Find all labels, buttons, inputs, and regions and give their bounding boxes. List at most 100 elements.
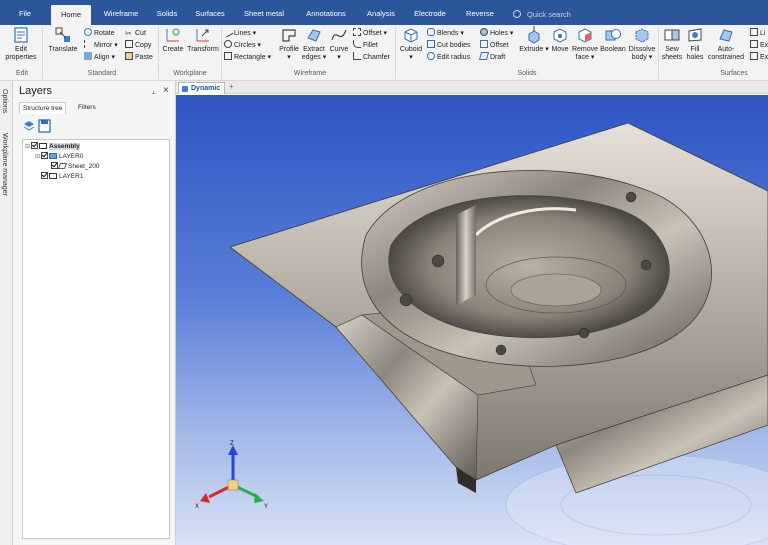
align-button[interactable]: Align ▾ [84,52,115,63]
curve-button[interactable]: Curve ▾ [327,26,351,68]
boolean-button[interactable]: Boolean [599,26,627,68]
mirror-button[interactable]: Mirror ▾ [84,40,118,51]
tree-node-layer0[interactable]: ⊟ LAYER0 [35,152,83,162]
paste-icon [125,52,133,60]
paste-label: Paste [135,54,153,61]
tab-solids[interactable]: Solids [151,0,183,25]
pin-icon[interactable]: ⫠ [151,87,156,97]
offset-solid-button[interactable]: Offset [480,40,509,51]
layers-stack-icon[interactable] [23,121,35,131]
add-tab-button[interactable]: + [229,82,234,91]
create-workplane-button[interactable]: Create [160,26,186,68]
lines-label: Lines [234,30,251,37]
ex-button[interactable]: Ex [750,40,768,51]
curve-label: Curve [329,46,349,53]
extract-edges-button[interactable]: Extract edges ▾ [301,26,327,68]
cut-bodies-button[interactable]: Cut bodies [427,40,470,51]
side-tab-options[interactable]: Options [1,89,8,113]
fill-holes-icon [688,28,702,42]
cuboid-button[interactable]: Cuboid ▾ [398,26,424,68]
3d-viewport[interactable]: Z X Y [176,95,768,545]
blends-label: Blends [437,30,459,37]
offset-label: Offset [363,30,382,37]
extrude-icon [528,26,540,44]
scissors-icon: ✂ [125,29,132,38]
mirror-label: Mirror [94,42,113,49]
dissolve-body-icon [635,28,649,43]
tab-analysis[interactable]: Analysis [362,0,400,25]
group-label-edit: Edit [15,70,29,77]
ex2-button[interactable]: Ex [750,52,768,63]
copy-button[interactable]: Copy [125,40,151,51]
holes-button[interactable]: Holes ▾ [480,28,513,39]
rectangle-icon [224,52,232,60]
transform-workplane-button[interactable]: Transform [186,26,220,68]
model-render: Z X Y [195,122,768,545]
chamfer-button[interactable]: Chamfer [353,52,390,63]
edit-properties-button[interactable]: Edit properties [3,26,39,68]
fillet-button[interactable]: Fillet [353,40,378,51]
tab-sheet-metal[interactable]: Sheet metal [238,0,290,25]
mirror-icon [84,40,92,48]
checkbox-layer0[interactable] [41,152,48,159]
tab-dynamic[interactable]: Dynamic [178,82,226,94]
edit-radius-button[interactable]: Edit radius [427,52,470,63]
translate-button[interactable]: Translate [45,26,81,68]
tab-file[interactable]: File [8,0,42,25]
offset-curve-button[interactable]: Offset ▾ [353,28,387,39]
tab-annotations[interactable]: Annotations [299,0,353,25]
cut-bodies-label: Cut bodies [437,42,471,49]
circle-icon [224,40,232,48]
checkbox-assembly[interactable] [31,142,38,149]
ex-icon [750,40,758,48]
tab-surfaces[interactable]: Surfaces [190,0,230,25]
side-tab-workplane-manager[interactable]: Workplane manager [1,133,8,196]
create-label: Create [162,46,184,53]
profile-button[interactable]: Profile ▾ [277,26,301,68]
tree-label-assembly: Assembly [49,143,80,150]
extrude-button[interactable]: Extrude ▾ [519,26,549,68]
save-icon[interactable] [38,119,51,133]
rectangle-button[interactable]: Rectangle ▾ [224,52,271,63]
rotate-button[interactable]: Rotate [84,28,115,39]
tab-filters[interactable]: Filters [75,102,99,114]
axis-label-x: X [195,504,199,510]
tree-node-sheet[interactable]: Sheet_200 [51,162,99,172]
paste-button[interactable]: Paste [125,52,153,63]
dissolve-body-button[interactable]: Dissolve body ▾ [627,26,657,68]
cuboid-icon [404,28,418,43]
extract-label-2: edges [301,54,321,61]
tab-structure-tree[interactable]: Structure tree [19,102,67,114]
rectangle-label: Rectangle [234,54,266,61]
draft-button[interactable]: Draft [478,52,505,63]
remove-face-button[interactable]: Remove face ▾ [571,26,599,68]
lines-button[interactable]: Lines ▾ [222,26,256,39]
tree-label-sheet: Sheet_200 [68,163,100,170]
tree-node-assembly[interactable]: ⊟ Assembly [25,142,80,152]
li-label: Li [760,30,766,37]
tab-wireframe[interactable]: Wireframe [97,0,145,25]
document-icon [182,86,188,92]
tree-node-layer1[interactable]: LAYER1 [41,172,83,182]
menu-bar: File Home Wireframe Solids Surfaces Shee… [0,0,768,25]
blends-button[interactable]: Blends ▾ [427,28,464,39]
circles-button[interactable]: Circles ▾ [224,40,261,51]
sew-sheets-button[interactable]: Sew sheets [660,26,684,68]
quick-search[interactable]: Quick search [513,8,633,22]
cut-button[interactable]: ✂ Cut [125,28,146,39]
fill-holes-button[interactable]: Fill holes [684,26,706,68]
auto-constrained-button[interactable]: Auto- constrained [706,26,746,68]
checkbox-layer1[interactable] [41,172,48,179]
close-icon[interactable]: × [163,85,169,96]
ribbon-separator [42,27,43,79]
folder-icon [49,173,57,179]
tab-home[interactable]: Home [51,5,91,25]
li-button[interactable]: Li [750,28,765,39]
boolean-icon [605,29,621,41]
tab-electrode[interactable]: Electrode [408,0,452,25]
tree-label-layer1: LAYER1 [59,173,84,180]
tab-reverse[interactable]: Reverse [460,0,500,25]
move-button[interactable]: Move [549,26,571,68]
offset-solid-icon [480,40,488,48]
axis-label-z: Z [230,441,234,447]
